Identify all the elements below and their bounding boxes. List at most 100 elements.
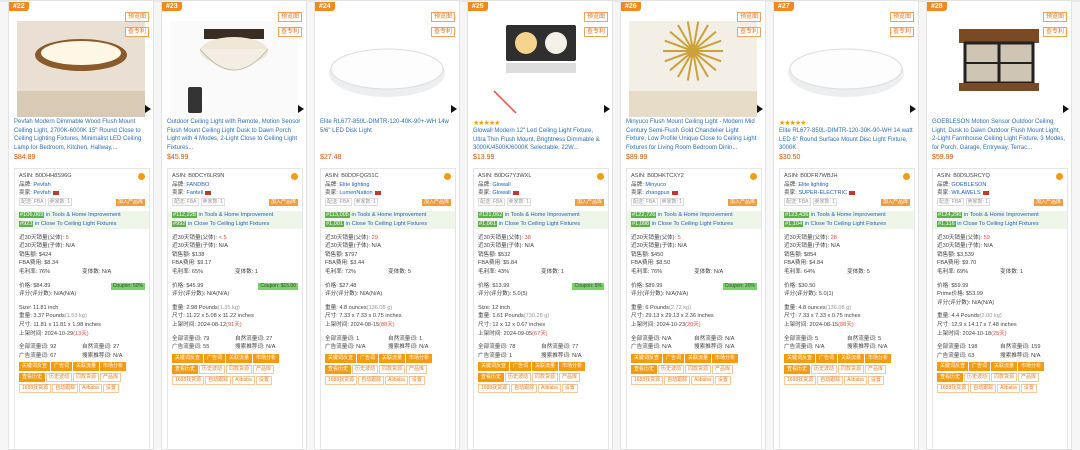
preview-image-button[interactable]: 预览图 xyxy=(124,12,149,22)
category-link[interactable]: in Tools & Home Improvement xyxy=(811,212,886,218)
plugin-icon[interactable] xyxy=(597,173,604,180)
action-tag[interactable]: Alibaba xyxy=(538,384,561,394)
brand-link[interactable]: GOEBLESON xyxy=(951,182,986,188)
action-tag[interactable]: 同款货源 xyxy=(685,364,712,374)
brand-link[interactable]: Elite lighting xyxy=(798,182,828,188)
category-link[interactable]: in Tools & Home Improvement xyxy=(351,212,426,218)
seller-link[interactable]: LumenNation xyxy=(339,190,372,196)
action-tag[interactable]: 查看历史 xyxy=(172,364,199,374)
action-tag[interactable]: 市场分析 xyxy=(559,362,586,372)
action-tag[interactable]: 广告词 xyxy=(51,362,73,372)
check-patent-button[interactable]: 查专利 xyxy=(124,27,149,37)
action-tag[interactable]: 历史波动 xyxy=(352,364,379,374)
action-tag[interactable]: 历史波动 xyxy=(811,364,838,374)
play-video-icon[interactable] xyxy=(757,105,763,113)
subcategory-link[interactable]: in Close To Ceiling Light Fixtures xyxy=(346,221,427,227)
subcategory-link[interactable]: in Close To Ceiling Light Fixtures xyxy=(652,221,733,227)
action-tag[interactable]: 关联流量 xyxy=(838,353,865,363)
action-tag[interactable]: 设置 xyxy=(408,375,425,385)
preview-image-button[interactable]: 预览图 xyxy=(430,12,455,22)
asin-value[interactable]: B0DFR7WBJH xyxy=(800,173,837,179)
action-tag[interactable]: 关联流量 xyxy=(379,353,406,363)
seller-link[interactable]: Fantell xyxy=(186,190,203,196)
seller-link[interactable]: zhangpus xyxy=(645,190,669,196)
category-link[interactable]: in Tools & Home Improvement xyxy=(964,212,1039,218)
product-card[interactable]: #26 预览图 查专利 Minyuco Flush Mount Ceiling … xyxy=(620,0,766,450)
action-tag[interactable]: 市场分析 xyxy=(100,362,127,372)
action-tag[interactable]: 市场分析 xyxy=(253,353,280,363)
action-tag[interactable]: 设置 xyxy=(867,375,884,385)
plugin-icon[interactable] xyxy=(444,173,451,180)
product-title-link[interactable]: Glowall Modern 12" Led Ceiling Light Fix… xyxy=(473,127,607,153)
asin-value[interactable]: B0DDFQG51C xyxy=(341,173,378,179)
check-patent-button[interactable]: 查专利 xyxy=(1042,27,1067,37)
product-title-link[interactable]: Elite RL677-850L-DIMTR-120-40K-90+-WH 14… xyxy=(320,118,454,152)
product-title-link[interactable]: Outdoor Ceiling Light with Remote, Motio… xyxy=(167,118,301,152)
action-tag[interactable]: 查看历史 xyxy=(325,364,352,374)
category-link[interactable]: in Tools & Home Improvement xyxy=(198,212,273,218)
add-to-library-button[interactable]: 加入产品库 xyxy=(268,198,298,206)
play-video-icon[interactable] xyxy=(1063,105,1069,113)
asin-value[interactable]: B0DG7Y3WXL xyxy=(494,173,531,179)
action-tag[interactable]: 1688找货源 xyxy=(172,375,205,385)
product-card[interactable]: #24 预览图 查专利 Elite RL677-850L-DIMTR-120-4… xyxy=(314,0,460,450)
action-tag[interactable]: 关键词反查 xyxy=(325,353,357,363)
product-title-link[interactable]: Elite RL677-850L-DIMTR-120-30K-90-WH 14 … xyxy=(779,127,913,153)
action-tag[interactable]: 设置 xyxy=(714,375,731,385)
subcategory-link[interactable]: in Close To Ceiling Light Fixtures xyxy=(957,221,1038,227)
seller-link[interactable]: Pevfah xyxy=(33,190,50,196)
action-tag[interactable]: 查看历史 xyxy=(631,364,658,374)
add-to-library-button[interactable]: 加入产品库 xyxy=(1033,198,1063,206)
action-tag[interactable]: 产品库 xyxy=(712,364,734,374)
product-card[interactable]: #28 预览图 查专利 GOEBLESON Motion Sensor Outd… xyxy=(926,0,1072,450)
action-tag[interactable]: 产品库 xyxy=(253,364,275,374)
action-tag[interactable]: 自动跟踪 xyxy=(664,375,691,385)
action-tag[interactable]: 同款货源 xyxy=(991,373,1018,383)
subcategory-link[interactable]: in Close To Ceiling Light Fixtures xyxy=(805,221,886,227)
action-tag[interactable]: 广告词 xyxy=(969,362,991,372)
action-tag[interactable]: 自动跟踪 xyxy=(970,384,997,394)
play-video-icon[interactable] xyxy=(451,105,457,113)
preview-image-button[interactable]: 预览图 xyxy=(1042,12,1067,22)
action-tag[interactable]: 市场分析 xyxy=(1018,362,1045,372)
action-tag[interactable]: 广告词 xyxy=(204,353,226,363)
play-video-icon[interactable] xyxy=(910,105,916,113)
product-title-link[interactable]: Minyuco Flush Mount Ceiling Light - Mode… xyxy=(626,118,760,152)
action-tag[interactable]: Alibaba xyxy=(844,375,867,385)
action-tag[interactable]: 广告词 xyxy=(510,362,532,372)
action-tag[interactable]: 设置 xyxy=(1020,384,1037,394)
action-tag[interactable]: 查看历史 xyxy=(784,364,811,374)
category-link[interactable]: in Tools & Home Improvement xyxy=(658,212,733,218)
action-tag[interactable]: 同款货源 xyxy=(838,364,865,374)
action-tag[interactable]: Alibaba xyxy=(79,384,102,394)
preview-image-button[interactable]: 预览图 xyxy=(889,12,914,22)
product-card[interactable]: #27 预览图 查专利 ★★★★★ Elite RL677-850L-DIMTR… xyxy=(773,0,919,450)
add-to-library-button[interactable]: 加入产品库 xyxy=(115,198,145,206)
preview-image-button[interactable]: 预览图 xyxy=(736,12,761,22)
seller-link[interactable]: SUPER-ELECTRIC xyxy=(798,190,847,196)
check-patent-button[interactable]: 查专利 xyxy=(430,27,455,37)
action-tag[interactable]: 设置 xyxy=(102,384,119,394)
action-tag[interactable]: 历史波动 xyxy=(199,364,226,374)
add-to-library-button[interactable]: 加入产品库 xyxy=(421,198,451,206)
plugin-icon[interactable] xyxy=(903,173,910,180)
asin-value[interactable]: B0D9JSRCYQ xyxy=(953,173,990,179)
action-tag[interactable]: 广告词 xyxy=(663,353,685,363)
action-tag[interactable]: 1688找货源 xyxy=(19,384,52,394)
plugin-icon[interactable] xyxy=(1056,173,1063,180)
category-link[interactable]: in Tools & Home Improvement xyxy=(505,212,580,218)
plugin-icon[interactable] xyxy=(750,173,757,180)
action-tag[interactable]: Alibaba xyxy=(691,375,714,385)
product-card[interactable]: #23 预览图 查专利 Outdoor Ceiling Light with R… xyxy=(161,0,307,450)
action-tag[interactable]: 查看历史 xyxy=(937,373,964,383)
play-video-icon[interactable] xyxy=(604,105,610,113)
action-tag[interactable]: 市场分析 xyxy=(406,353,433,363)
check-patent-button[interactable]: 查专利 xyxy=(583,27,608,37)
product-title-link[interactable]: GOEBLESON Motion Sensor Outdoor Ceiling … xyxy=(932,118,1066,152)
action-tag[interactable]: 历史波动 xyxy=(658,364,685,374)
action-tag[interactable]: 自动跟踪 xyxy=(511,384,538,394)
seller-link[interactable]: Glowall xyxy=(492,190,510,196)
subcategory-link[interactable]: in Close To Ceiling Light Fixtures xyxy=(499,221,580,227)
add-to-library-button[interactable]: 加入产品库 xyxy=(727,198,757,206)
action-tag[interactable]: 关联流量 xyxy=(226,353,253,363)
